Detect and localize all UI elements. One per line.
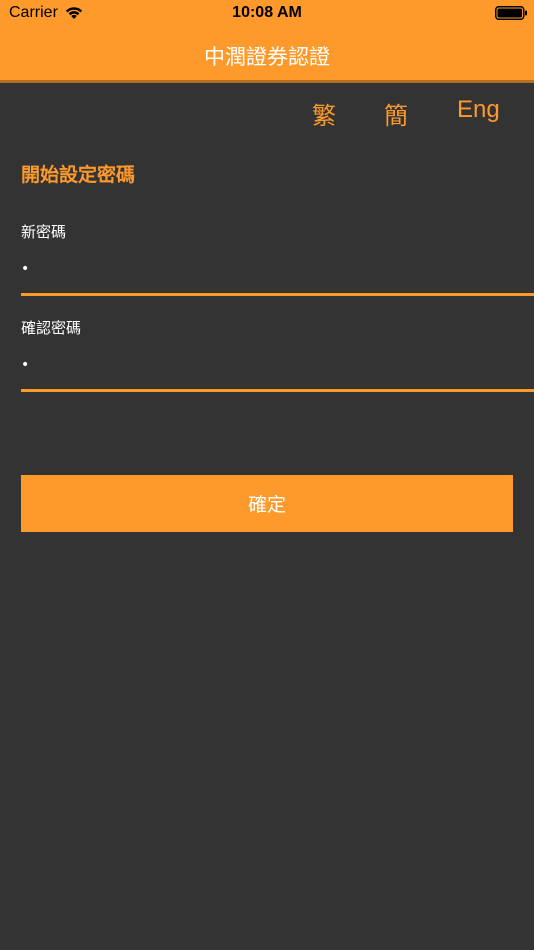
confirm-password-field[interactable] [21, 345, 534, 385]
language-simplified-button[interactable]: 簡 [384, 96, 408, 131]
header-divider [0, 80, 534, 83]
language-english-button[interactable]: Eng [457, 96, 500, 124]
new-password-field[interactable] [21, 249, 534, 289]
status-time: 10:08 AM [232, 4, 302, 21]
language-traditional-button[interactable]: 繁 [312, 96, 336, 131]
confirm-password-label: 確認密碼 [21, 319, 82, 337]
page-title: 中潤證券認證 [204, 45, 330, 69]
new-password-label: 新密碼 [21, 223, 67, 241]
status-bar: Carrier 10:08 AM [0, 0, 534, 28]
section-title: 開始設定密碼 [21, 164, 136, 186]
battery-icon [495, 6, 527, 20]
confirm-password-underline [21, 389, 534, 392]
confirm-button[interactable]: 確定 [21, 475, 513, 532]
new-password-underline [21, 293, 534, 296]
